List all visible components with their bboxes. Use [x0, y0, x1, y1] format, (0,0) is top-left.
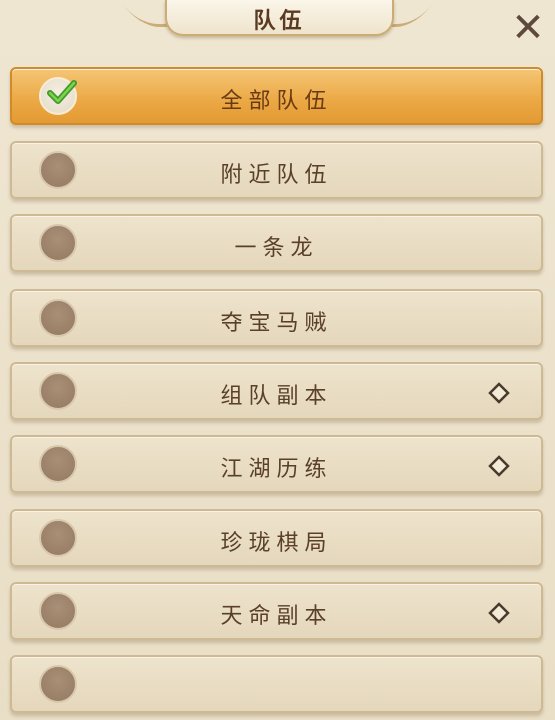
filter-label: 附近队伍 — [220, 163, 333, 188]
filter-label: 江湖历练 — [220, 457, 333, 482]
filter-row-destiny-dungeon[interactable]: 天命副本 — [10, 582, 543, 640]
filter-row-zhenlong-chess[interactable]: 珍珑棋局 — [10, 509, 543, 567]
filter-label: 组队副本 — [220, 384, 333, 409]
filter-label: 一条龙 — [234, 236, 319, 261]
filter-row-nearby-teams[interactable]: 附近队伍 — [10, 141, 543, 199]
filter-row-team-dungeon[interactable]: 组队副本 — [10, 362, 543, 420]
expand-diamond-icon[interactable] — [488, 602, 510, 624]
filter-row-yitiaolong[interactable]: 一条龙 — [10, 214, 543, 272]
filter-label: 夺宝马贼 — [220, 311, 333, 336]
expand-diamond-icon[interactable] — [488, 382, 510, 404]
filter-label: 天命副本 — [220, 604, 333, 629]
filter-row-jianghu-training[interactable]: 江湖历练 — [10, 435, 543, 493]
filter-label: 珍珑棋局 — [220, 531, 333, 556]
filter-label: 全部队伍 — [220, 89, 333, 114]
filter-row-all-teams[interactable]: 全部队伍 — [10, 67, 543, 125]
filter-row-horse-bandits[interactable]: 夺宝马贼 — [10, 289, 543, 347]
team-filter-list: 全部队伍 附近队伍 一条龙 夺宝马贼 组队副本 江湖历练 珍珑棋局 天命副本 — [0, 0, 555, 720]
filter-row-partial[interactable] — [10, 655, 543, 713]
radio-button[interactable] — [39, 665, 77, 703]
team-filter-panel: 队伍 ✕ 全部队伍 附近队伍 一条龙 夺宝马贼 组队副本 江湖历练 珍珑棋局 天… — [0, 0, 555, 720]
expand-diamond-icon[interactable] — [488, 455, 510, 477]
